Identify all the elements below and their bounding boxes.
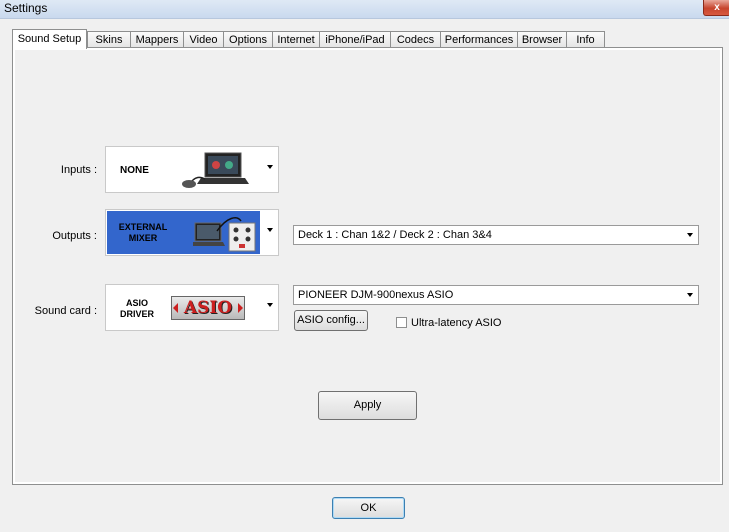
close-icon: x	[714, 2, 720, 13]
laptop-mixer-icon	[193, 217, 256, 252]
chevron-down-icon	[687, 293, 693, 297]
outputs-device-line1: EXTERNAL	[118, 222, 168, 232]
inputs-device-image: NONE	[107, 148, 260, 191]
tab-info[interactable]: Info	[566, 31, 605, 48]
tab-skins[interactable]: Skins	[87, 31, 131, 48]
inputs-device-selector[interactable]: NONE	[105, 146, 279, 193]
outputs-label: Outputs :	[52, 230, 97, 242]
laptop-mouse-icon	[182, 152, 249, 188]
sound-card-value: PIONEER DJM-900nexus ASIO	[298, 289, 454, 301]
tab-mappers[interactable]: Mappers	[130, 31, 184, 48]
chevron-down-icon	[687, 233, 693, 237]
output-routing-select[interactable]: Deck 1 : Chan 1&2 / Deck 2 : Chan 3&4	[293, 225, 699, 245]
tab-video[interactable]: Video	[183, 31, 224, 48]
ok-button[interactable]: OK	[332, 497, 405, 519]
tab-sound-setup[interactable]: Sound Setup	[12, 29, 87, 49]
title-bar: Settings x	[0, 0, 729, 19]
outputs-device-line2: MIXER	[128, 233, 158, 243]
sound-card-select[interactable]: PIONEER DJM-900nexus ASIO	[293, 285, 699, 305]
tab-codecs[interactable]: Codecs	[390, 31, 441, 48]
sound-card-device-line2: DRIVER	[119, 309, 154, 319]
apply-button[interactable]: Apply	[318, 391, 417, 420]
asio-logo-text: ASIO	[183, 298, 233, 318]
outputs-device-image: EXTERNAL MIXER	[107, 211, 260, 254]
sound-card-label: Sound card :	[34, 305, 97, 317]
window-title: Settings	[4, 1, 48, 15]
tab-internet[interactable]: Internet	[272, 31, 320, 48]
output-routing-value: Deck 1 : Chan 1&2 / Deck 2 : Chan 3&4	[298, 229, 492, 241]
chevron-down-icon	[267, 165, 273, 169]
asio-config-button[interactable]: ASIO config...	[294, 310, 368, 331]
tab-options[interactable]: Options	[223, 31, 273, 48]
ultra-latency-label: Ultra-latency ASIO	[411, 317, 502, 329]
chevron-down-icon	[267, 228, 273, 232]
tab-iphone-ipad[interactable]: iPhone/iPad	[319, 31, 391, 48]
sound-card-device-selector[interactable]: ASIO DRIVER ASIO	[105, 284, 279, 331]
sound-card-device-line1: ASIO	[125, 298, 148, 308]
asio-logo: ASIO	[171, 296, 245, 320]
inputs-device-name: NONE	[120, 165, 149, 176]
tab-browser[interactable]: Browser	[517, 31, 567, 48]
chevron-down-icon	[267, 303, 273, 307]
outputs-device-selector[interactable]: EXTERNAL MIXER	[105, 209, 279, 256]
sound-card-device-image: ASIO DRIVER ASIO	[107, 286, 260, 329]
inputs-label: Inputs :	[60, 164, 97, 176]
tab-performances[interactable]: Performances	[440, 31, 518, 48]
close-button[interactable]: x	[703, 0, 729, 16]
ultra-latency-checkbox[interactable]	[396, 317, 407, 328]
